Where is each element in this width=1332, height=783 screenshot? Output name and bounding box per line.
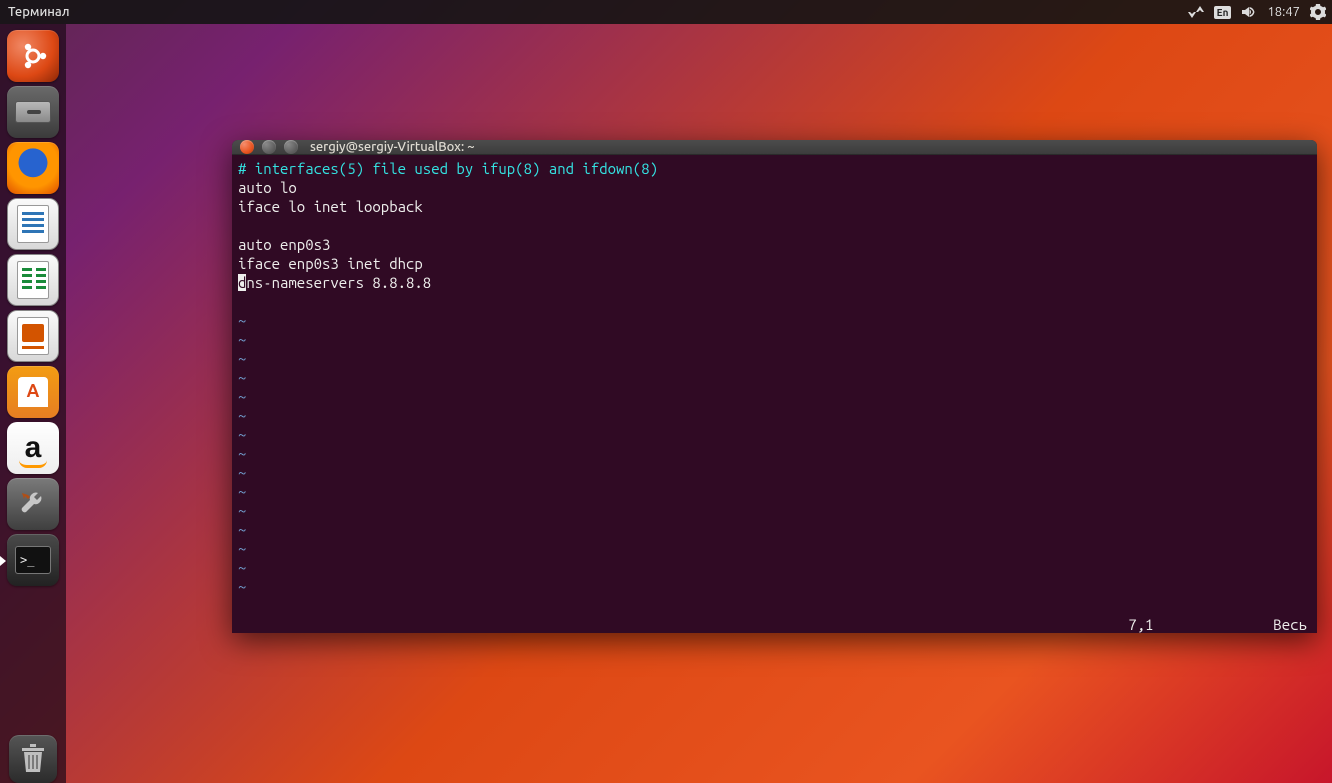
impress-icon xyxy=(17,317,49,355)
editor-line: iface lo inet loopback xyxy=(238,198,423,215)
launcher-firefox[interactable] xyxy=(7,142,59,194)
launcher-writer[interactable] xyxy=(7,198,59,250)
calc-icon xyxy=(17,261,49,299)
vim-tilde: ~ xyxy=(238,483,246,500)
launcher-software[interactable] xyxy=(7,366,59,418)
vim-tilde: ~ xyxy=(238,369,246,386)
launcher-trash[interactable] xyxy=(9,735,57,783)
launcher-files[interactable] xyxy=(7,86,59,138)
trash-icon xyxy=(18,742,48,776)
vim-tilde: ~ xyxy=(238,312,246,329)
vim-tilde: ~ xyxy=(238,540,246,557)
launcher-amazon[interactable]: a xyxy=(7,422,59,474)
editor-line: auto lo xyxy=(238,179,297,196)
window-minimize-button[interactable] xyxy=(262,140,276,154)
vim-tilde: ~ xyxy=(238,407,246,424)
terminal-window: sergiy@sergiy-VirtualBox: ~ # interfaces… xyxy=(232,140,1317,633)
amazon-smile-icon xyxy=(19,460,47,468)
clock[interactable]: 18:47 xyxy=(1267,0,1300,24)
window-close-button[interactable] xyxy=(240,140,254,154)
running-pip-icon xyxy=(0,556,6,566)
unity-launcher: a >_ xyxy=(0,24,66,783)
session-gear-icon[interactable] xyxy=(1310,0,1326,24)
editor-line: iface enp0s3 inet dhcp xyxy=(238,255,423,272)
vim-tilde: ~ xyxy=(238,502,246,519)
vim-tilde: ~ xyxy=(238,350,246,367)
terminal-body[interactable]: # interfaces(5) file used by ifup(8) and… xyxy=(232,155,1317,633)
vim-tilde: ~ xyxy=(238,426,246,443)
system-indicators: En 18:47 xyxy=(1188,0,1326,24)
software-icon xyxy=(18,377,48,407)
vim-tilde: ~ xyxy=(238,521,246,538)
writer-icon xyxy=(17,205,49,243)
top-panel: Терминал En 18:47 xyxy=(0,0,1332,24)
language-indicator[interactable]: En xyxy=(1214,0,1232,24)
network-icon[interactable] xyxy=(1188,0,1204,24)
wrench-icon xyxy=(16,487,50,521)
window-titlebar[interactable]: sergiy@sergiy-VirtualBox: ~ xyxy=(232,140,1317,155)
editor-line: ns-nameservers 8.8.8.8 xyxy=(246,274,431,291)
vim-tilde: ~ xyxy=(238,559,246,576)
editor-line-comment: # interfaces(5) file used by ifup(8) and… xyxy=(238,160,658,177)
vim-tilde: ~ xyxy=(238,388,246,405)
launcher-impress[interactable] xyxy=(7,310,59,362)
vim-status-line: 7,1 Весь xyxy=(242,615,1307,633)
language-label: En xyxy=(1214,6,1232,19)
window-maximize-button[interactable] xyxy=(284,140,298,154)
window-title: sergiy@sergiy-VirtualBox: ~ xyxy=(310,140,475,154)
vim-cursor-position: 7,1 xyxy=(1128,615,1153,633)
vim-tilde: ~ xyxy=(238,464,246,481)
vim-scroll-percent: Весь xyxy=(1273,615,1307,633)
vim-tilde: ~ xyxy=(238,445,246,462)
vim-tilde: ~ xyxy=(238,578,246,595)
drawer-icon xyxy=(15,101,51,123)
launcher-settings[interactable] xyxy=(7,478,59,530)
terminal-icon: >_ xyxy=(15,546,51,574)
launcher-dash[interactable] xyxy=(7,30,59,82)
active-app-title: Терминал xyxy=(8,5,70,19)
sound-icon[interactable] xyxy=(1241,0,1257,24)
vim-tilde: ~ xyxy=(238,331,246,348)
editor-line: auto enp0s3 xyxy=(238,236,330,253)
launcher-terminal[interactable]: >_ xyxy=(7,534,59,586)
launcher-calc[interactable] xyxy=(7,254,59,306)
